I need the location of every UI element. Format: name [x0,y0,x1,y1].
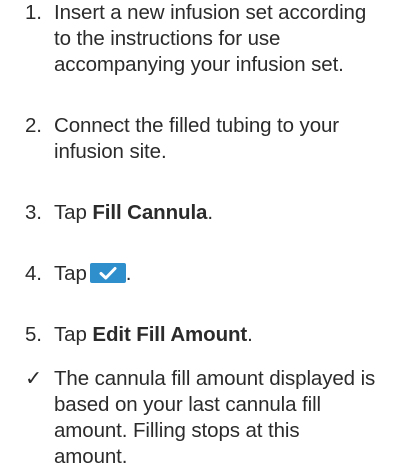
result-text: The cannula fill amount displayed is bas… [54,366,414,470]
step-number: 4. [25,262,42,285]
step-text: Connect the filled tubing to your infusi… [54,113,414,165]
step-suffix: . [125,262,132,285]
result-text-line: The cannula fill amount displayed is [54,367,376,390]
check-mark-icon: ✓ [25,367,43,390]
step-number: 2. [25,114,42,137]
step-text: Tap. [54,261,414,287]
result-text-line: amount. [54,445,128,468]
result-text-line: based on your last cannula fill [54,393,321,416]
step-suffix: . [207,201,213,224]
step-text-line: Insert a new infusion set according [54,1,367,24]
step-text-line: infusion site. [54,140,167,163]
step-prefix: Tap [54,262,87,285]
ui-label-edit-fill-amount: Edit Fill Amount [92,323,248,346]
instruction-document: 1. Insert a new infusion set according t… [0,0,419,474]
step-number: 1. [25,1,42,24]
step-text-line: to the instructions for use [54,27,281,50]
step-number: 3. [25,201,42,224]
result-text-line: amount. Filling stops at this [54,419,300,442]
step-text-line: Tap. [54,261,414,287]
step-suffix: . [247,323,253,346]
step-text: Insert a new infusion set according to t… [54,0,414,78]
step-text-line: Connect the filled tubing to your [54,114,340,137]
step-text-line: Tap Edit Fill Amount. [54,322,414,348]
step-number: 5. [25,323,42,346]
step-text-line: Tap Fill Cannula. [54,200,414,226]
checkmark-icon [89,263,126,283]
step-text: Tap Edit Fill Amount. [54,322,414,348]
step-text: Tap Fill Cannula. [54,200,414,226]
ui-label-fill-cannula: Fill Cannula [92,201,208,224]
step-prefix: Tap [54,323,87,346]
step-prefix: Tap [54,201,87,224]
step-text-line: accompanying your infusion set. [54,53,344,76]
